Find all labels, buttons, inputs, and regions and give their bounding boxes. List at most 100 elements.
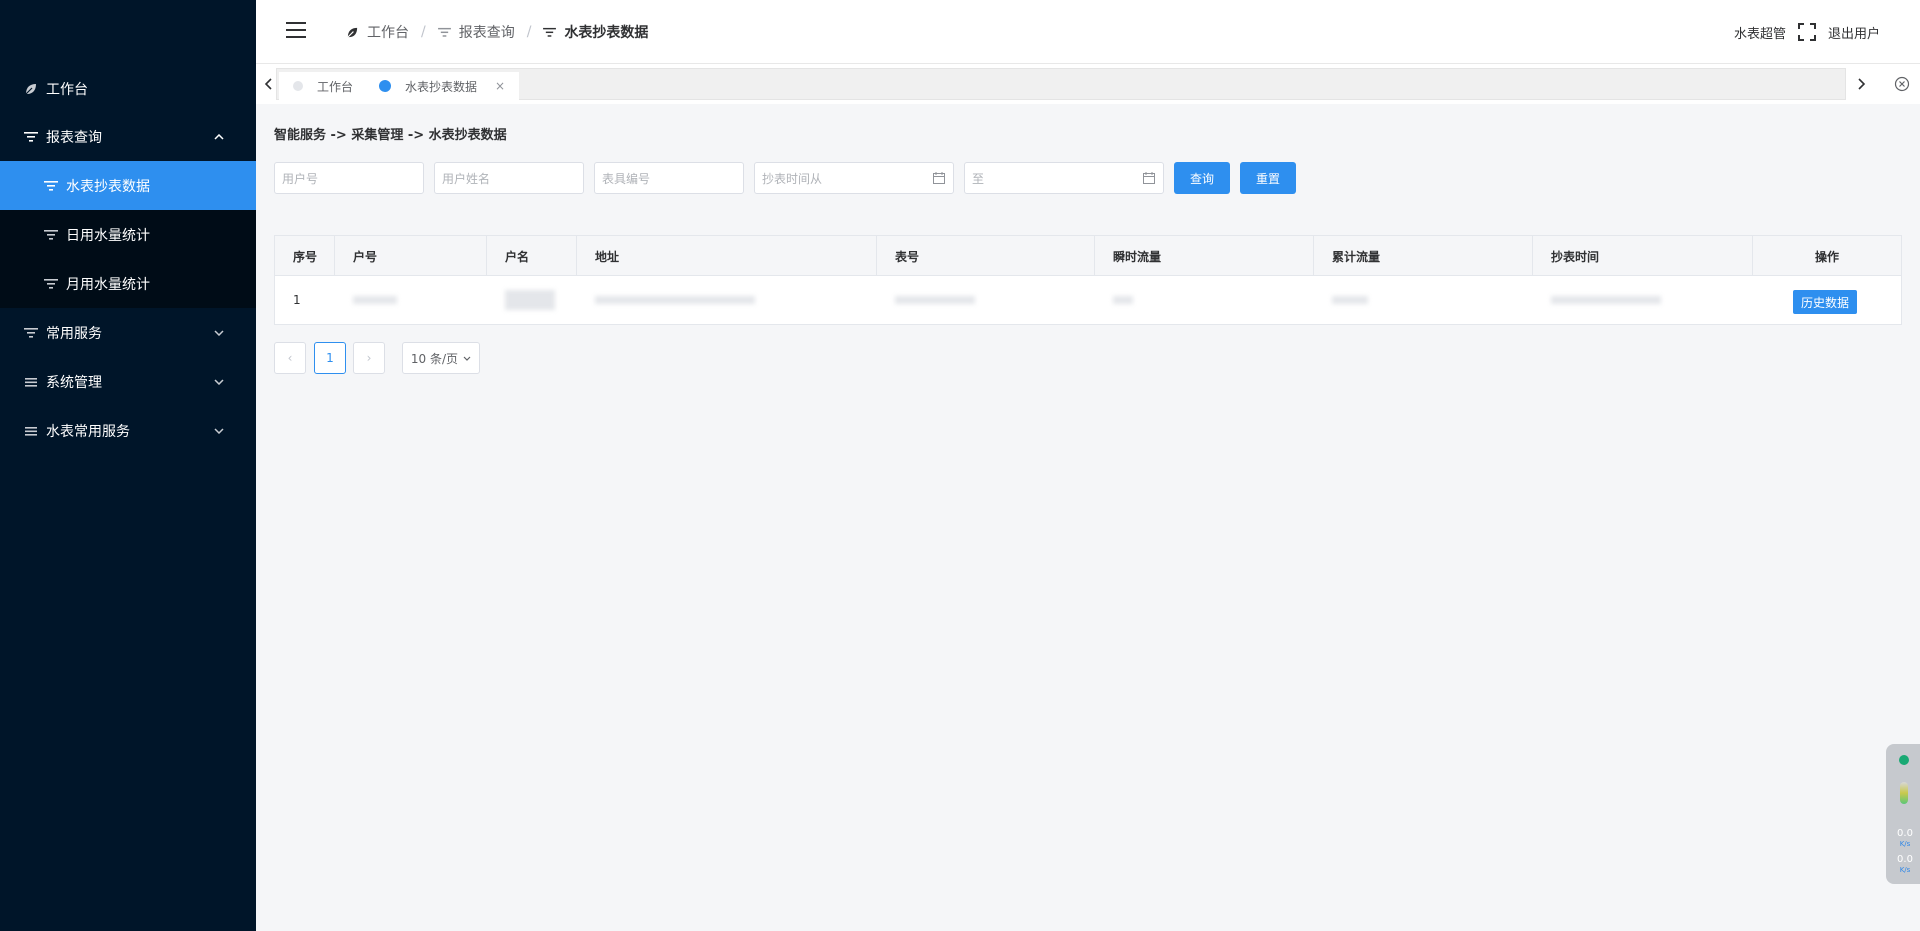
- filter-icon: [24, 326, 38, 340]
- data-table: 序号 户号 户名 地址 表号 瞬时流量 累计流量 抄表时间 操作 1 历史数据: [274, 235, 1902, 325]
- tab-close-icon[interactable]: ×: [495, 79, 505, 93]
- chevron-up-icon: [214, 112, 224, 161]
- calendar-icon: [933, 172, 945, 184]
- sidebar-item-common-services[interactable]: 常用服务: [0, 308, 256, 357]
- sidebar-item-daily-water-stats[interactable]: 日用水量统计: [0, 210, 256, 259]
- chevron-down-icon: [214, 308, 224, 357]
- column-header: 表号: [877, 236, 1095, 276]
- query-button[interactable]: 查询: [1174, 162, 1230, 194]
- level-bar-icon: [1900, 782, 1908, 804]
- page-path-title: 智能服务 -> 采集管理 -> 水表抄表数据: [274, 128, 507, 143]
- table-cell-instant-flow: [1095, 276, 1314, 324]
- sidebar-item-meter-common-services[interactable]: 水表常用服务: [0, 406, 256, 455]
- tab-workbench[interactable]: 工作台: [279, 72, 368, 100]
- column-header: 抄表时间: [1533, 236, 1753, 276]
- time-from-placeholder: 抄表时间从: [762, 171, 823, 186]
- page-size-label: 10 条/页: [410, 351, 459, 366]
- reset-button[interactable]: 重置: [1240, 162, 1296, 194]
- sidebar-item-report-query[interactable]: 报表查询: [0, 112, 256, 161]
- tab-status-dot: [379, 80, 391, 92]
- main-content: 智能服务 -> 采集管理 -> 水表抄表数据 用户号 用户姓名 表具编号 抄表时…: [256, 104, 1920, 931]
- sidebar-item-label: 水表抄表数据: [66, 178, 150, 195]
- time-to-placeholder: 至: [972, 171, 985, 186]
- leaf-icon: [346, 26, 359, 39]
- column-header: 地址: [577, 236, 877, 276]
- fullscreen-icon[interactable]: [1797, 23, 1816, 41]
- filter-icon: [437, 27, 451, 38]
- sidebar-item-label: 系统管理: [46, 374, 102, 391]
- list-icon: [24, 424, 38, 438]
- column-header: 序号: [275, 236, 335, 276]
- sidebar-item-label: 水表常用服务: [46, 423, 130, 440]
- calendar-icon: [1143, 172, 1155, 184]
- table-cell-user-name: [487, 276, 577, 324]
- column-header: 户号: [335, 236, 487, 276]
- next-page-button[interactable]: ›: [353, 342, 385, 374]
- sidebar-item-monthly-water-stats[interactable]: 月用水量统计: [0, 259, 256, 308]
- table-cell-read-time: [1533, 276, 1753, 324]
- user-no-input[interactable]: 用户号: [274, 162, 424, 194]
- sidebar-item-system-management[interactable]: 系统管理: [0, 357, 256, 406]
- user-name-input[interactable]: 用户姓名: [434, 162, 584, 194]
- breadcrumb-label: 水表抄表数据: [564, 25, 649, 41]
- breadcrumb-label: 工作台: [367, 25, 409, 41]
- breadcrumb-item-current: 水表抄表数据: [543, 22, 648, 42]
- tab-strip: 工作台 水表抄表数据 ×: [276, 68, 1846, 100]
- sidebar-item-label: 报表查询: [46, 129, 102, 146]
- table-row[interactable]: 1 历史数据: [275, 276, 1901, 324]
- column-header: 户名: [487, 236, 577, 276]
- chevron-down-icon: [463, 356, 471, 361]
- close-all-tabs-icon[interactable]: [1890, 68, 1914, 100]
- status-dot-icon: [1899, 755, 1909, 765]
- time-to-input[interactable]: 至: [964, 162, 1164, 194]
- filter-icon: [44, 179, 58, 193]
- upload-rate: 0.0 K/s: [1897, 828, 1913, 848]
- header: 工作台 / 报表查询 / 水表抄表数据 水表超管 退出用户: [256, 0, 1920, 64]
- sidebar-item-label: 常用服务: [46, 325, 102, 342]
- breadcrumb: 工作台 / 报表查询 / 水表抄表数据: [346, 0, 648, 64]
- leaf-icon: [24, 82, 38, 96]
- breadcrumb-label: 报表查询: [458, 25, 515, 41]
- history-data-button[interactable]: 历史数据: [1793, 290, 1857, 314]
- column-header: 瞬时流量: [1095, 236, 1314, 276]
- breadcrumb-item-workbench[interactable]: 工作台: [346, 22, 409, 42]
- download-rate: 0.0 K/s: [1897, 854, 1913, 874]
- sidebar-item-workbench[interactable]: 工作台: [0, 64, 256, 113]
- list-icon: [24, 375, 38, 389]
- table-cell-total-flow: [1314, 276, 1533, 324]
- sidebar-item-label: 工作台: [46, 81, 88, 98]
- filter-icon: [543, 27, 557, 38]
- tab-scroll-right-icon[interactable]: [1850, 68, 1874, 100]
- menu-toggle-icon[interactable]: [286, 22, 306, 38]
- tab-bar: 工作台 水表抄表数据 ×: [256, 64, 1920, 104]
- filter-icon: [24, 130, 38, 144]
- time-from-input[interactable]: 抄表时间从: [754, 162, 954, 194]
- prev-page-button[interactable]: ‹: [274, 342, 306, 374]
- header-user-area: 水表超管 退出用户: [1734, 0, 1880, 64]
- sidebar: 工作台 报表查询 水表抄表数据 日用水量统计 月用水量统计 常用服务 系统管理 …: [0, 0, 256, 931]
- table-cell-user-no: [335, 276, 487, 324]
- breadcrumb-item-report-query[interactable]: 报表查询: [437, 22, 515, 42]
- page-1-button[interactable]: 1: [314, 342, 346, 374]
- page-size-select[interactable]: 10 条/页: [402, 342, 480, 374]
- column-header: 累计流量: [1314, 236, 1533, 276]
- tab-meter-reading-data[interactable]: 水表抄表数据 ×: [365, 72, 520, 100]
- sidebar-item-meter-reading-data[interactable]: 水表抄表数据: [0, 161, 256, 210]
- sidebar-item-label: 日用水量统计: [66, 227, 150, 244]
- filter-icon: [44, 277, 58, 291]
- table-header: 序号 户号 户名 地址 表号 瞬时流量 累计流量 抄表时间 操作: [275, 236, 1901, 276]
- username-label[interactable]: 水表超管: [1734, 23, 1786, 42]
- chevron-down-icon: [214, 357, 224, 406]
- breadcrumb-separator: /: [526, 24, 532, 40]
- network-speed-widget[interactable]: 0.0 K/s 0.0 K/s: [1886, 744, 1920, 884]
- breadcrumb-separator: /: [421, 24, 426, 40]
- table-cell-index: 1: [293, 293, 301, 307]
- tab-label: 工作台: [317, 79, 354, 94]
- column-header: 操作: [1814, 249, 1839, 264]
- table-cell-meter-no: [877, 276, 1095, 324]
- tab-label: 水表抄表数据: [405, 79, 478, 94]
- meter-no-input[interactable]: 表具编号: [594, 162, 744, 194]
- chevron-down-icon: [214, 406, 224, 455]
- logout-button[interactable]: 退出用户: [1828, 23, 1880, 42]
- tab-status-dot: [293, 81, 303, 91]
